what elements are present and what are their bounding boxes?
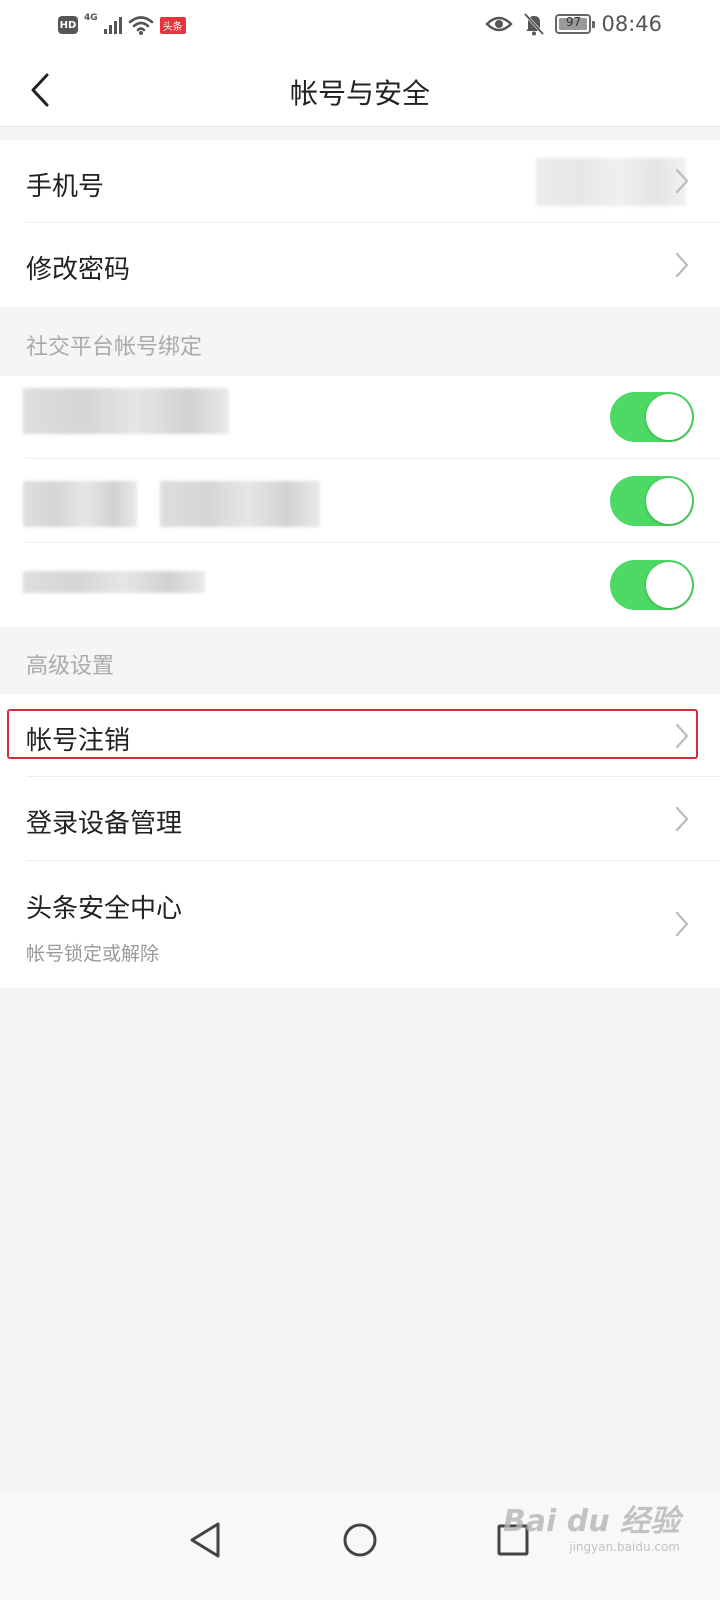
chevron-right-icon [675, 723, 689, 749]
signal-icon [103, 16, 122, 34]
social-binding-row [0, 459, 720, 543]
battery-icon: 97 [555, 14, 596, 34]
hd-icon: HD [58, 16, 78, 34]
mute-bell-icon [524, 12, 545, 36]
advanced-settings-list: 帐号注销 登录设备管理 头条安全中心 帐号锁定或解除 [0, 694, 720, 988]
security-center-description: 帐号锁定或解除 [26, 943, 160, 965]
chevron-right-icon [675, 252, 689, 278]
advanced-section-header: 高级设置 [0, 627, 720, 694]
social-binding-toggle[interactable] [610, 392, 694, 442]
toggle-knob [646, 562, 692, 608]
login-device-management-row[interactable]: 登录设备管理 [0, 777, 720, 861]
social-binding-toggle[interactable] [610, 476, 694, 526]
status-left-icons: HD 4G 头条 [58, 13, 186, 36]
account-deletion-row[interactable]: 帐号注销 [0, 694, 720, 777]
status-time: 08:46 [601, 12, 662, 36]
circle-home-icon [343, 1523, 377, 1557]
page-title: 帐号与安全 [289, 77, 430, 110]
chevron-right-icon [675, 168, 689, 194]
toggle-knob [646, 394, 692, 440]
eye-icon [485, 16, 514, 32]
triangle-back-icon [190, 1522, 220, 1558]
network-type-label: 4G [84, 13, 98, 23]
security-center-row[interactable]: 头条安全中心 帐号锁定或解除 [0, 861, 720, 988]
watermark-main: Bai du 经验 [502, 1504, 680, 1539]
wifi-icon [128, 16, 153, 35]
baidu-watermark: Bai du 经验 jingyan.baidu.com [503, 1496, 680, 1554]
social-account-name-masked [23, 481, 137, 527]
security-center-label: 头条安全中心 [26, 894, 183, 924]
phone-number-masked [536, 158, 686, 206]
battery-level: 97 [565, 15, 582, 29]
social-binding-row [0, 376, 720, 459]
account-section: 手机号 修改密码 [0, 140, 720, 307]
phone-label: 手机号 [26, 172, 105, 202]
social-account-name-masked [160, 481, 320, 527]
status-bar: HD 4G 头条 97 08:46 [0, 0, 720, 54]
change-password-label: 修改密码 [26, 255, 131, 285]
advanced-section-title: 高级设置 [26, 654, 115, 679]
social-account-name-masked [23, 571, 205, 593]
phone-row[interactable]: 手机号 [0, 140, 720, 223]
social-account-name-masked [23, 388, 229, 434]
nav-bar: 帐号与安全 [0, 54, 720, 127]
chevron-right-icon [675, 911, 689, 937]
status-right-icons: 97 08:46 [485, 12, 662, 36]
social-section-header: 社交平台帐号绑定 [0, 307, 720, 376]
system-home-button[interactable] [330, 1510, 390, 1570]
social-bindings-list [0, 376, 720, 627]
app-notification-badge: 头条 [159, 16, 186, 34]
social-section-title: 社交平台帐号绑定 [26, 335, 203, 360]
login-device-management-label: 登录设备管理 [26, 809, 183, 839]
social-binding-toggle[interactable] [610, 560, 694, 610]
change-password-row[interactable]: 修改密码 [0, 223, 720, 307]
screen: HD 4G 头条 97 08:46 帐号与安全 手机号 修改密码 社交平台帐号绑… [0, 0, 720, 1600]
account-deletion-label: 帐号注销 [26, 726, 131, 756]
system-back-button[interactable] [175, 1510, 235, 1570]
chevron-right-icon [675, 806, 689, 832]
toggle-knob [646, 478, 692, 524]
watermark-sub: jingyan.baidu.com [569, 1540, 680, 1554]
social-binding-row [0, 543, 720, 627]
